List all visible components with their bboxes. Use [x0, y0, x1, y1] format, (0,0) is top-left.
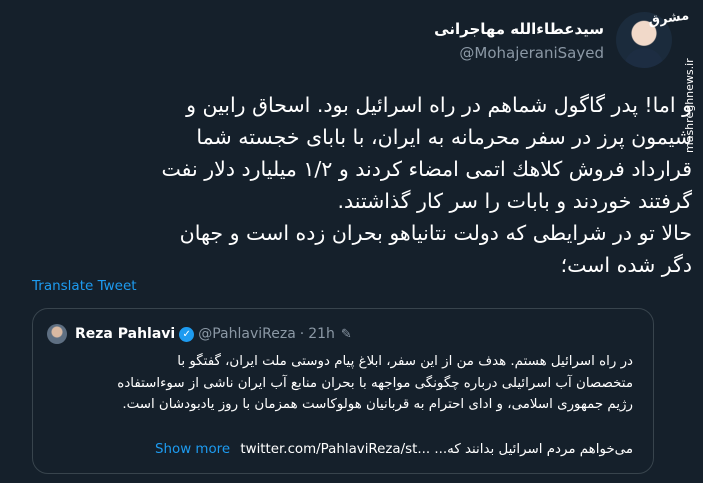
quoted-link[interactable]: twitter.com/PahlaviReza/st... [240, 442, 430, 457]
tweet-text-line: و اما! پدر گاگول شماهم در راه اسرائیل بو… [186, 93, 692, 117]
tweet-text-line: گرفتند خوردند و بابات را سر کار گذاشتند. [337, 189, 692, 213]
quoted-avatar [47, 324, 67, 344]
show-more-link[interactable]: Show more [155, 442, 230, 457]
watermark-text: mashreghnews.ir [683, 58, 696, 154]
tweet-header: سیدعطاءالله مهاجرانی @MohajeraniSayed [32, 12, 672, 72]
quoted-timestamp[interactable]: 21h [308, 326, 335, 342]
quoted-tweet-header: Reza Pahlavi ✓ @PahlaviReza · 21h ✎ [47, 323, 352, 345]
author-handle[interactable]: @MohajeraniSayed [459, 44, 604, 62]
tweet-text-line: دگر شده است؛ [560, 253, 692, 277]
quoted-author-name: Reza Pahlavi [75, 326, 176, 342]
quoted-text-line: رژیم جمهوری اسلامی، و ادای احترام به قرب… [122, 397, 633, 412]
quoted-last-text: می‌خواهم مردم اسرائیل بدانند که... [434, 442, 633, 457]
quoted-text-line: متخصصان آب اسرائیلی درباره چگونگی مواجهه… [117, 375, 633, 391]
quoted-last-line: می‌خواهم مردم اسرائیل بدانند که... Show … [49, 442, 633, 457]
tweet-text-line: حالا تو در شرایطی که دولت نتانیاهو بحران… [179, 221, 692, 245]
tweet-text-line: شیمون پرز در سفر محرمانه به ایران، با با… [196, 125, 692, 149]
edited-pencil-icon: ✎ [340, 326, 352, 342]
quoted-text-line: در راه اسرائیل هستم. هدف من از این سفر، … [177, 354, 633, 369]
quoted-author-handle: @PahlaviReza [198, 326, 296, 342]
translate-tweet-link[interactable]: Translate Tweet [32, 278, 137, 294]
separator-dot: · [299, 326, 305, 342]
watermark-logo: مشرق [647, 8, 691, 29]
author-name[interactable]: سیدعطاءالله مهاجرانی [434, 20, 604, 38]
quoted-tweet[interactable]: Reza Pahlavi ✓ @PahlaviReza · 21h ✎ در ر… [32, 308, 654, 474]
tweet-text: و اما! پدر گاگول شماهم در راه اسرائیل بو… [32, 89, 692, 281]
quoted-text: در راه اسرائیل هستم. هدف من از این سفر، … [49, 351, 633, 416]
tweet-text-line: قرارداد فروش کلاهك اتمی امضاء کردند و ۱/… [161, 157, 692, 181]
verified-badge-icon: ✓ [179, 326, 195, 342]
